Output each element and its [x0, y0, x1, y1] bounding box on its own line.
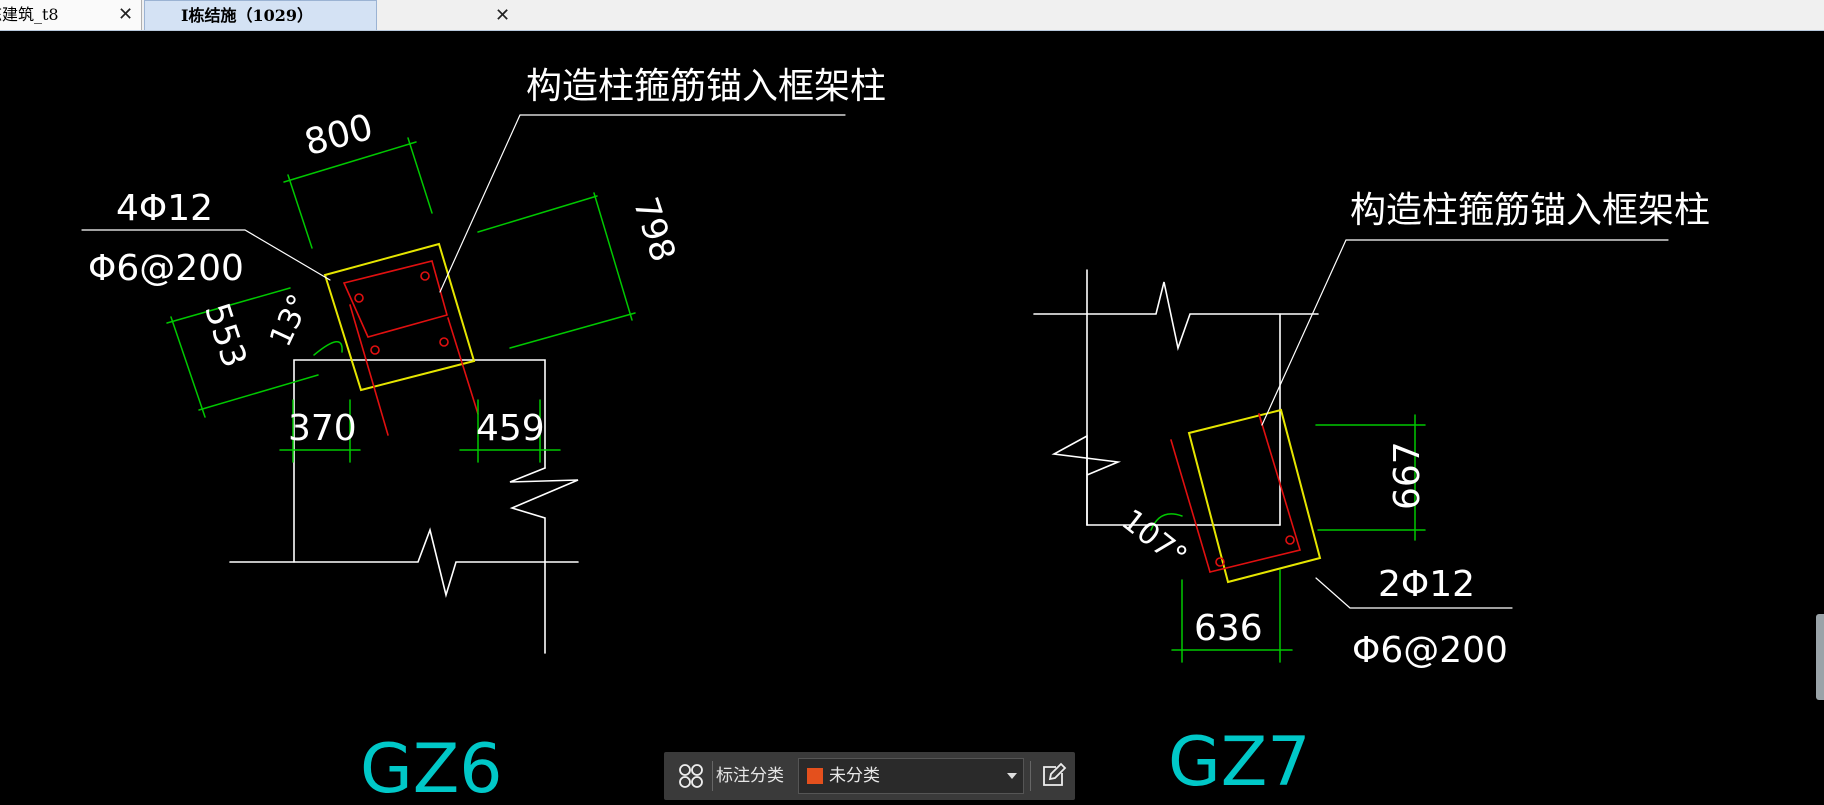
gz6-angle-arc [313, 341, 343, 356]
gz7-column-outline [1187, 408, 1322, 584]
gz6-rebar [342, 260, 479, 436]
gz7-detail: 构造柱箍筋锚入框架柱 667 107° 636 2Φ12 Φ6@200 GZ7 [1033, 190, 1710, 802]
gz6-note-text: 构造柱箍筋锚入框架柱 [526, 66, 886, 107]
gz6-dim-bottom-left: 370 [288, 408, 357, 449]
tab-structure-drawing[interactable]: I栋结施（1029） ✕ [144, 0, 510, 30]
gz7-rebar-stirrup: Φ6@200 [1352, 630, 1508, 671]
category-select-value: 未分类 [829, 766, 880, 786]
gz6-dim-right: 798 [625, 192, 683, 266]
gz7-dim-bottom: 636 [1194, 608, 1263, 649]
annotation-toolbar: 标注分类 未分类 [664, 752, 1075, 800]
gz6-title: GZ6 [360, 730, 503, 805]
tab-architecture-drawing[interactable]: 栋建筑_t8 ✕ [0, 0, 142, 30]
tab-label: I栋结施（1029） [181, 6, 314, 25]
gz7-leaders [1261, 239, 1669, 609]
gz6-dimension-lines [166, 137, 636, 463]
gz6-detail: 构造柱箍筋锚入框架柱 800 798 553 13° 370 459 4Φ12 … [81, 66, 886, 805]
gz7-dim-angle: 107° [1115, 503, 1193, 575]
gz6-frame-outline [229, 359, 579, 654]
grid-icon[interactable] [674, 759, 708, 793]
gz6-rebar-main: 4Φ12 [116, 188, 213, 229]
tab-label: 栋建筑_t8 [0, 5, 59, 24]
document-tab-bar: 栋建筑_t8 ✕ I栋结施（1029） ✕ [0, 0, 1824, 31]
gz6-dim-angle: 13° [263, 289, 317, 352]
gz7-frame-outline [1033, 269, 1319, 526]
chevron-down-icon [1007, 773, 1017, 779]
toolbar-separator [712, 761, 713, 791]
edit-icon[interactable] [1036, 759, 1070, 793]
gz7-title: GZ7 [1168, 723, 1311, 802]
gz6-dim-top: 800 [300, 107, 377, 164]
gz6-dim-left: 553 [196, 298, 254, 372]
toolbar-separator [1030, 761, 1031, 791]
close-icon[interactable]: ✕ [495, 1, 510, 31]
gz7-dim-right: 667 [1387, 441, 1428, 510]
gz7-note-text: 构造柱箍筋锚入框架柱 [1350, 190, 1710, 231]
cad-drawing-canvas[interactable]: 构造柱箍筋锚入框架柱 800 798 553 13° 370 459 4Φ12 … [0, 30, 1824, 805]
annotation-category-select[interactable]: 未分类 [798, 758, 1024, 794]
category-color-swatch [807, 768, 823, 784]
side-panel-handle[interactable] [1816, 614, 1824, 700]
gz7-rebar-main: 2Φ12 [1378, 564, 1475, 605]
gz6-dim-bottom-right: 459 [476, 408, 545, 449]
gz6-rebar-stirrup: Φ6@200 [88, 248, 244, 289]
annotation-category-label: 标注分类 [716, 766, 784, 786]
close-icon[interactable]: ✕ [118, 0, 133, 30]
